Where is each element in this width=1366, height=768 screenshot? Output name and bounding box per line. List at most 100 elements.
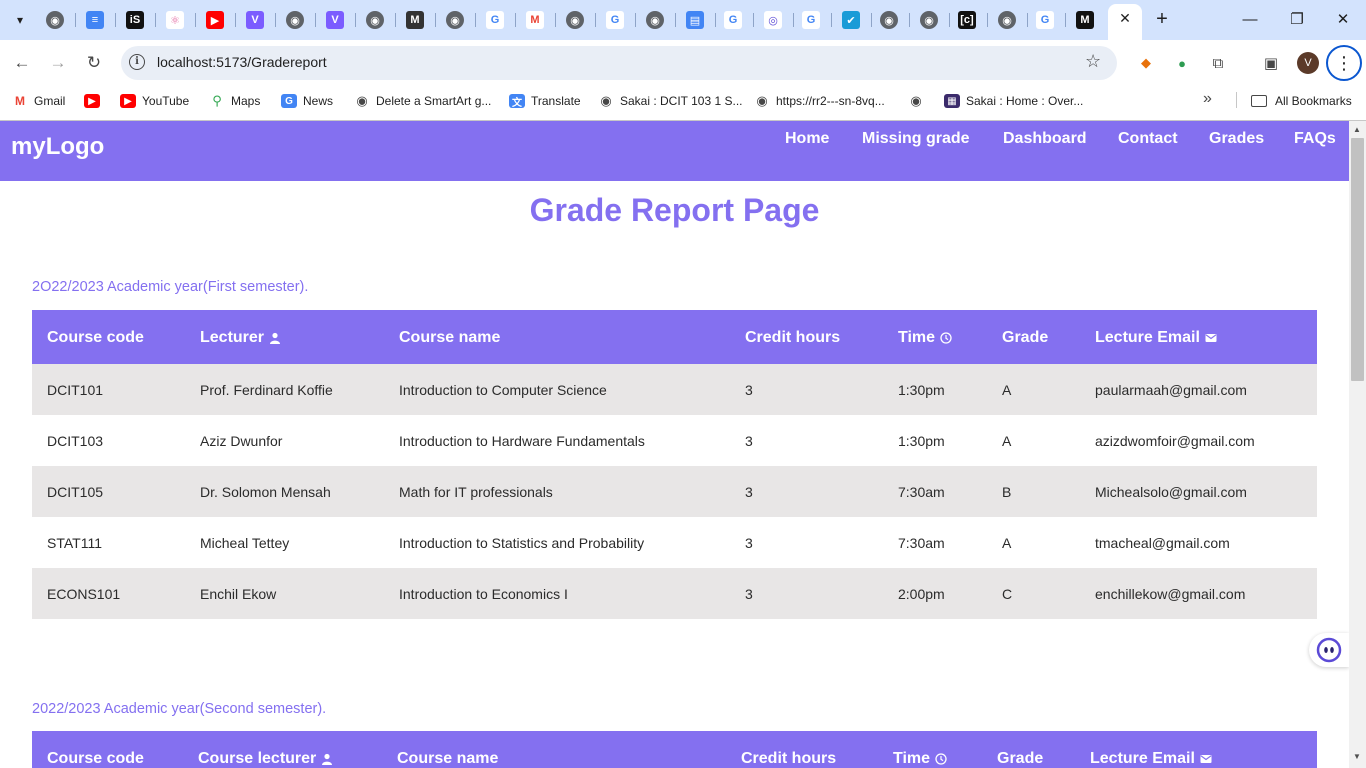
google-tab-icon[interactable]: G xyxy=(802,11,820,29)
copilot-tab-icon[interactable]: ◎ xyxy=(764,11,782,29)
vite-tab-icon[interactable]: V xyxy=(326,11,344,29)
tab-separator xyxy=(987,13,988,27)
globe-tab-icon[interactable]: ◉ xyxy=(646,11,664,29)
header-lecturer: Course lecturer xyxy=(198,750,333,768)
bookmark-item[interactable]: 文 Translate xyxy=(509,91,581,111)
bookmark-label: Gmail xyxy=(34,94,66,108)
url-text[interactable]: localhost:5173/Gradereport xyxy=(157,54,327,70)
google-tab-icon[interactable]: G xyxy=(606,11,624,29)
cell-grade: C xyxy=(1002,586,1013,602)
tab-separator xyxy=(395,13,396,27)
youtube-tab-icon[interactable]: ▶ xyxy=(206,11,224,29)
nav-link-grades[interactable]: Grades xyxy=(1209,130,1264,148)
assistant-face-icon xyxy=(1316,637,1342,663)
cell-lecture-email: azizdwomfoir@gmail.com xyxy=(1095,433,1255,449)
chrome-tab-icon[interactable]: ◉ xyxy=(446,11,464,29)
globe-icon: ◉ xyxy=(600,93,612,108)
tab-separator xyxy=(871,13,872,27)
bookmark-star-icon[interactable]: ☆ xyxy=(1085,51,1101,72)
globe-tab-icon[interactable]: ◉ xyxy=(920,11,938,29)
bookmark-item[interactable]: ⚲ Maps xyxy=(209,91,260,111)
tab-separator xyxy=(1065,13,1066,27)
istock-tab-icon[interactable]: iS xyxy=(126,11,144,29)
header-course-name: Course name xyxy=(397,750,498,768)
nav-link-missing-grade[interactable]: Missing grade xyxy=(862,130,970,148)
reload-icon[interactable]: ↻ xyxy=(82,51,106,75)
forward-icon[interactable]: → xyxy=(46,51,70,75)
bookmark-item[interactable]: ◉ https://rr2---sn-8vq... xyxy=(754,91,884,111)
browser-menu-icon[interactable]: ⋮ xyxy=(1326,45,1362,81)
chrome-tab-icon[interactable]: ◉ xyxy=(46,11,64,29)
docs-tab-icon[interactable]: ≡ xyxy=(86,11,104,29)
bookmark-label: Sakai : Home : Over... xyxy=(966,94,1084,108)
globe-tab-icon[interactable]: ◉ xyxy=(998,11,1016,29)
youtube-icon: ▶ xyxy=(84,94,100,108)
bookmark-item[interactable]: ▦ Sakai : Home : Over... xyxy=(944,91,1083,111)
react-tab-icon[interactable]: ⚛ xyxy=(166,11,184,29)
check-tab-icon[interactable]: ✔ xyxy=(842,11,860,29)
globe-tab-icon[interactable]: ◉ xyxy=(880,11,898,29)
bookmark-item[interactable]: ◉ Delete a SmartArt g... xyxy=(354,91,491,111)
cell-lecturer: Micheal Tettey xyxy=(200,535,290,551)
chrome-tab-icon[interactable]: ◉ xyxy=(366,11,384,29)
tab-separator xyxy=(275,13,276,27)
bookmark-item[interactable]: ▶ YouTube xyxy=(120,91,189,111)
all-bookmarks-button[interactable]: All Bookmarks xyxy=(1251,91,1352,111)
nav-link-dashboard[interactable]: Dashboard xyxy=(1003,130,1087,148)
close-window-icon[interactable]: ✕ xyxy=(1328,8,1358,32)
globe-tab-icon[interactable]: ◉ xyxy=(566,11,584,29)
vite-tab-icon[interactable]: V xyxy=(246,11,264,29)
medium-tab-icon[interactable]: M xyxy=(1076,11,1094,29)
header-grade: Grade xyxy=(997,750,1043,768)
minimize-window-icon[interactable]: — xyxy=(1235,8,1265,32)
assistant-widget-button[interactable] xyxy=(1309,633,1349,667)
gmail-tab-icon[interactable]: M xyxy=(526,11,544,29)
side-panel-icon[interactable]: ▣ xyxy=(1260,52,1282,74)
extension-green-icon[interactable]: ● xyxy=(1171,52,1193,74)
bookmark-label: Maps xyxy=(231,94,261,108)
bookmark-item[interactable]: ◉ Sakai : DCIT 103 1 S... xyxy=(598,91,742,111)
bookmark-label: YouTube xyxy=(142,94,190,108)
google-tab-icon[interactable]: G xyxy=(486,11,504,29)
google-tab-icon[interactable]: G xyxy=(724,11,742,29)
news-tab-icon[interactable]: ▤ xyxy=(686,11,704,29)
back-icon[interactable]: ← xyxy=(10,51,34,75)
cell-grade: B xyxy=(1002,484,1012,500)
scroll-down-arrow-icon[interactable]: ▼ xyxy=(1353,752,1361,761)
bookmark-item[interactable]: ▶ xyxy=(84,91,100,111)
tab-separator xyxy=(195,13,196,27)
extensions-puzzle-icon[interactable]: ⧉ xyxy=(1207,52,1229,74)
new-tab-button[interactable]: + xyxy=(1150,8,1174,32)
second-semester-label: 2022/2023 Academic year(Second semester)… xyxy=(32,701,327,717)
gmail-icon: M xyxy=(15,94,25,108)
code-tab-icon[interactable]: [c] xyxy=(958,11,976,29)
header-time: Time xyxy=(893,750,947,768)
cell-lecture-email: enchillekow@gmail.com xyxy=(1095,586,1246,602)
cell-grade: A xyxy=(1002,382,1012,398)
scrollbar-thumb[interactable] xyxy=(1351,138,1364,381)
tab-search-chevron-icon[interactable]: ▾ xyxy=(8,8,32,32)
profile-avatar[interactable]: V xyxy=(1297,52,1319,74)
site-logo[interactable]: myLogo xyxy=(11,133,104,161)
more-bookmarks-icon[interactable]: » xyxy=(1203,90,1212,108)
header-label: Credit hours xyxy=(741,750,837,767)
header-course-code: Course code xyxy=(47,329,144,347)
bookmark-item[interactable]: G News xyxy=(281,91,333,111)
table-row: DCIT105 Dr. Solomon Mensah Math for IT pro… xyxy=(32,466,1317,517)
restore-window-icon[interactable]: ❐ xyxy=(1282,8,1312,32)
scroll-up-arrow-icon[interactable]: ▲ xyxy=(1353,125,1361,134)
google-tab-icon[interactable]: G xyxy=(1036,11,1054,29)
extension-fox-icon[interactable]: ◆ xyxy=(1135,52,1157,74)
chrome-tab-icon[interactable]: ◉ xyxy=(286,11,304,29)
table-row: DCIT103 Aziz Dwunfor Introduction to Hardw… xyxy=(32,415,1317,466)
cell-course-name: Introduction to Statistics and Probabili… xyxy=(399,535,645,551)
close-tab-icon[interactable]: ✕ xyxy=(1117,10,1133,30)
nav-link-contact[interactable]: Contact xyxy=(1118,130,1178,148)
bookmark-item[interactable]: ◉ xyxy=(908,91,924,111)
nav-link-home[interactable]: Home xyxy=(785,130,829,148)
nav-link-faqs[interactable]: FAQs xyxy=(1294,130,1336,148)
bookmark-item[interactable]: M Gmail xyxy=(12,91,65,111)
site-info-icon[interactable]: i xyxy=(129,54,145,70)
medium-tab-icon[interactable]: M xyxy=(406,11,424,29)
bookmarks-divider xyxy=(1236,92,1237,108)
